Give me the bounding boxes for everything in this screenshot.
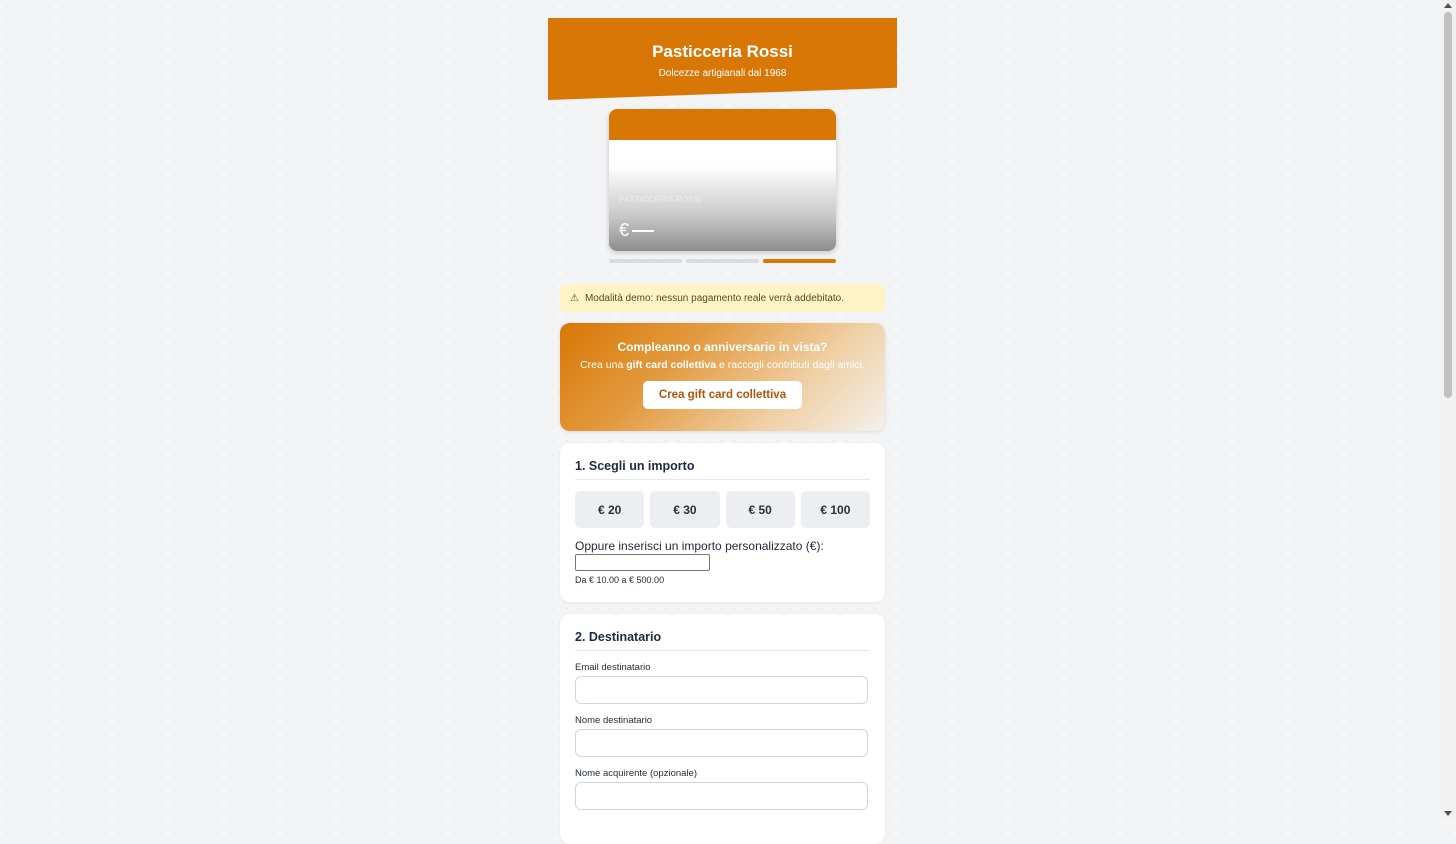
card-amount-placeholder — [632, 230, 655, 233]
promo-text: Crea una gift card collettiva e raccogli… — [560, 359, 885, 371]
promo-text-bold: gift card collettiva — [626, 359, 717, 371]
shop-subtitle: Dolcezze artigianali dal 1968 — [658, 68, 787, 79]
progress-step-2 — [686, 259, 759, 263]
amount-option-20[interactable]: € 20 — [575, 491, 645, 528]
card-amount: € — [619, 220, 655, 241]
custom-amount-label: Oppure inserisci un importo personalizza… — [575, 539, 824, 553]
page-header: Pasticceria Rossi Dolcezze artigianali d… — [548, 18, 897, 100]
buyer-name-label: Nome acquirente (opzionale) — [575, 768, 697, 779]
scroll-down-icon[interactable] — [1444, 811, 1452, 816]
shop-title: Pasticceria Rossi — [652, 42, 793, 61]
amount-option-100[interactable]: € 100 — [800, 491, 870, 528]
card-amount-currency: € — [619, 220, 630, 240]
amount-section: 1. Scegli un importo € 20 € 30 € 50 € 10… — [560, 443, 885, 602]
amount-options: € 20 € 30 € 50 € 100 — [575, 491, 870, 528]
scrollbar-thumb[interactable] — [1444, 12, 1452, 398]
create-group-gift-button[interactable]: Crea gift card collettiva — [642, 381, 803, 409]
card-brand: PASTICCERIA ROSSI — [619, 195, 702, 204]
custom-amount-input[interactable] — [575, 554, 710, 571]
page-scrollbar[interactable] — [1441, 0, 1456, 819]
buyer-name-input[interactable] — [575, 782, 868, 810]
amount-option-50[interactable]: € 50 — [725, 491, 795, 528]
progress-step-3 — [763, 259, 836, 263]
recipient-email-label: Email destinatario — [575, 662, 651, 673]
promo-text-end: e raccogli contributi dagli amici. — [716, 359, 865, 371]
promo-title: Compleanno o anniversario in vista? — [617, 340, 828, 354]
recipient-name-label: Nome destinatario — [575, 715, 653, 726]
amount-option-30[interactable]: € 30 — [650, 491, 720, 528]
demo-notice-text: Modalità demo: nessun pagamento reale ve… — [584, 292, 845, 304]
amount-section-title: 1. Scegli un importo — [575, 459, 870, 480]
amount-range-hint: Da € 10.00 a € 500.00 — [575, 575, 665, 585]
recipient-section: 2. Destinatario Email destinatario Nome … — [560, 614, 885, 844]
progress-steps — [609, 259, 836, 263]
progress-step-1 — [609, 259, 682, 263]
promo-text-start: Crea una — [580, 359, 627, 371]
recipient-email-input[interactable] — [575, 676, 868, 704]
recipient-section-title: 2. Destinatario — [575, 630, 870, 651]
scroll-up-icon[interactable] — [1444, 3, 1452, 8]
demo-notice: ⚠ Modalità demo: nessun pagamento reale … — [560, 284, 885, 312]
gift-card-preview: PASTICCERIA ROSSI € — [609, 109, 836, 251]
group-gift-promo: Compleanno o anniversario in vista? Crea… — [560, 323, 885, 431]
warning-icon: ⚠ — [570, 292, 579, 304]
card-top-band — [609, 109, 836, 140]
recipient-name-input[interactable] — [575, 729, 868, 757]
